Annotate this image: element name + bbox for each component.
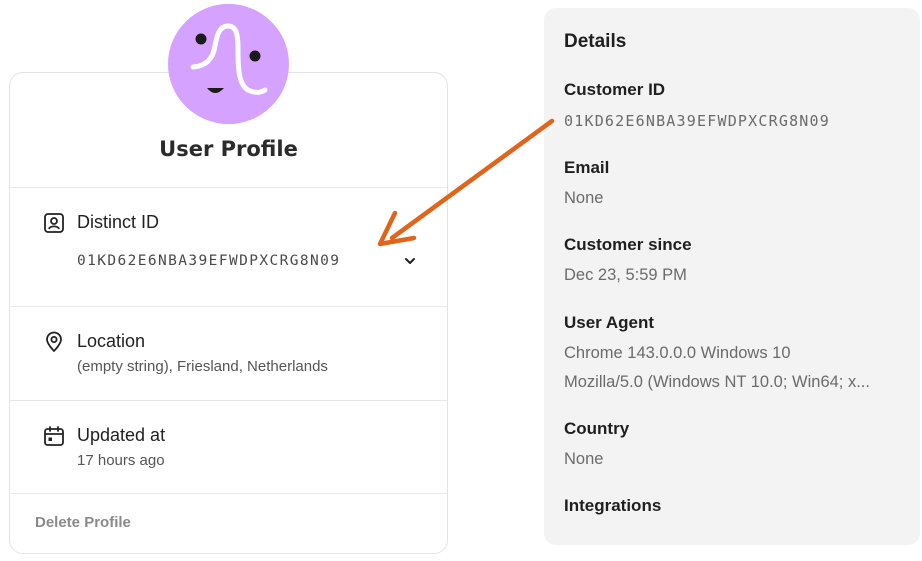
avatar-face-icon — [168, 4, 289, 124]
profile-title: User Profile — [159, 137, 298, 161]
country-value: None — [564, 450, 604, 468]
chevron-down-icon[interactable] — [400, 251, 420, 271]
divider — [10, 187, 447, 188]
divider — [10, 400, 447, 401]
customer-since-label: Customer since — [564, 235, 692, 254]
divider — [10, 493, 447, 494]
updated-at-label: Updated at — [77, 425, 166, 445]
location-value: (empty string), Friesland, Netherlands — [77, 358, 328, 375]
email-value: None — [564, 189, 604, 207]
customer-id-value: 01KD62E6NBA39EFWDPXCRG8N09 — [564, 112, 830, 130]
distinct-id-label: Distinct ID — [77, 212, 160, 232]
map-pin-icon — [42, 330, 66, 354]
country-label: Country — [564, 419, 630, 438]
updated-at-value: 17 hours ago — [77, 452, 165, 469]
delete-profile-button[interactable]: Delete Profile — [35, 514, 131, 531]
calendar-icon — [42, 424, 66, 448]
user-agent-label: User Agent — [564, 313, 655, 332]
customer-since-value: Dec 23, 5:59 PM — [564, 266, 687, 284]
details-title: Details — [564, 31, 627, 52]
customer-page: User Profile Distinct ID 01KD62E6NBA39EF… — [0, 0, 922, 561]
user-agent-value: Chrome 143.0.0.0 Windows 10 — [564, 344, 791, 362]
integrations-label: Integrations — [564, 496, 662, 515]
divider — [10, 306, 447, 307]
email-label: Email — [564, 158, 610, 177]
avatar — [168, 4, 289, 124]
id-badge-icon — [42, 211, 66, 235]
location-label: Location — [77, 331, 146, 351]
customer-id-label: Customer ID — [564, 80, 666, 99]
distinct-id-value: 01KD62E6NBA39EFWDPXCRG8N09 — [77, 253, 341, 269]
user-agent-value-full: Mozilla/5.0 (Windows NT 10.0; Win64; x..… — [564, 373, 870, 391]
